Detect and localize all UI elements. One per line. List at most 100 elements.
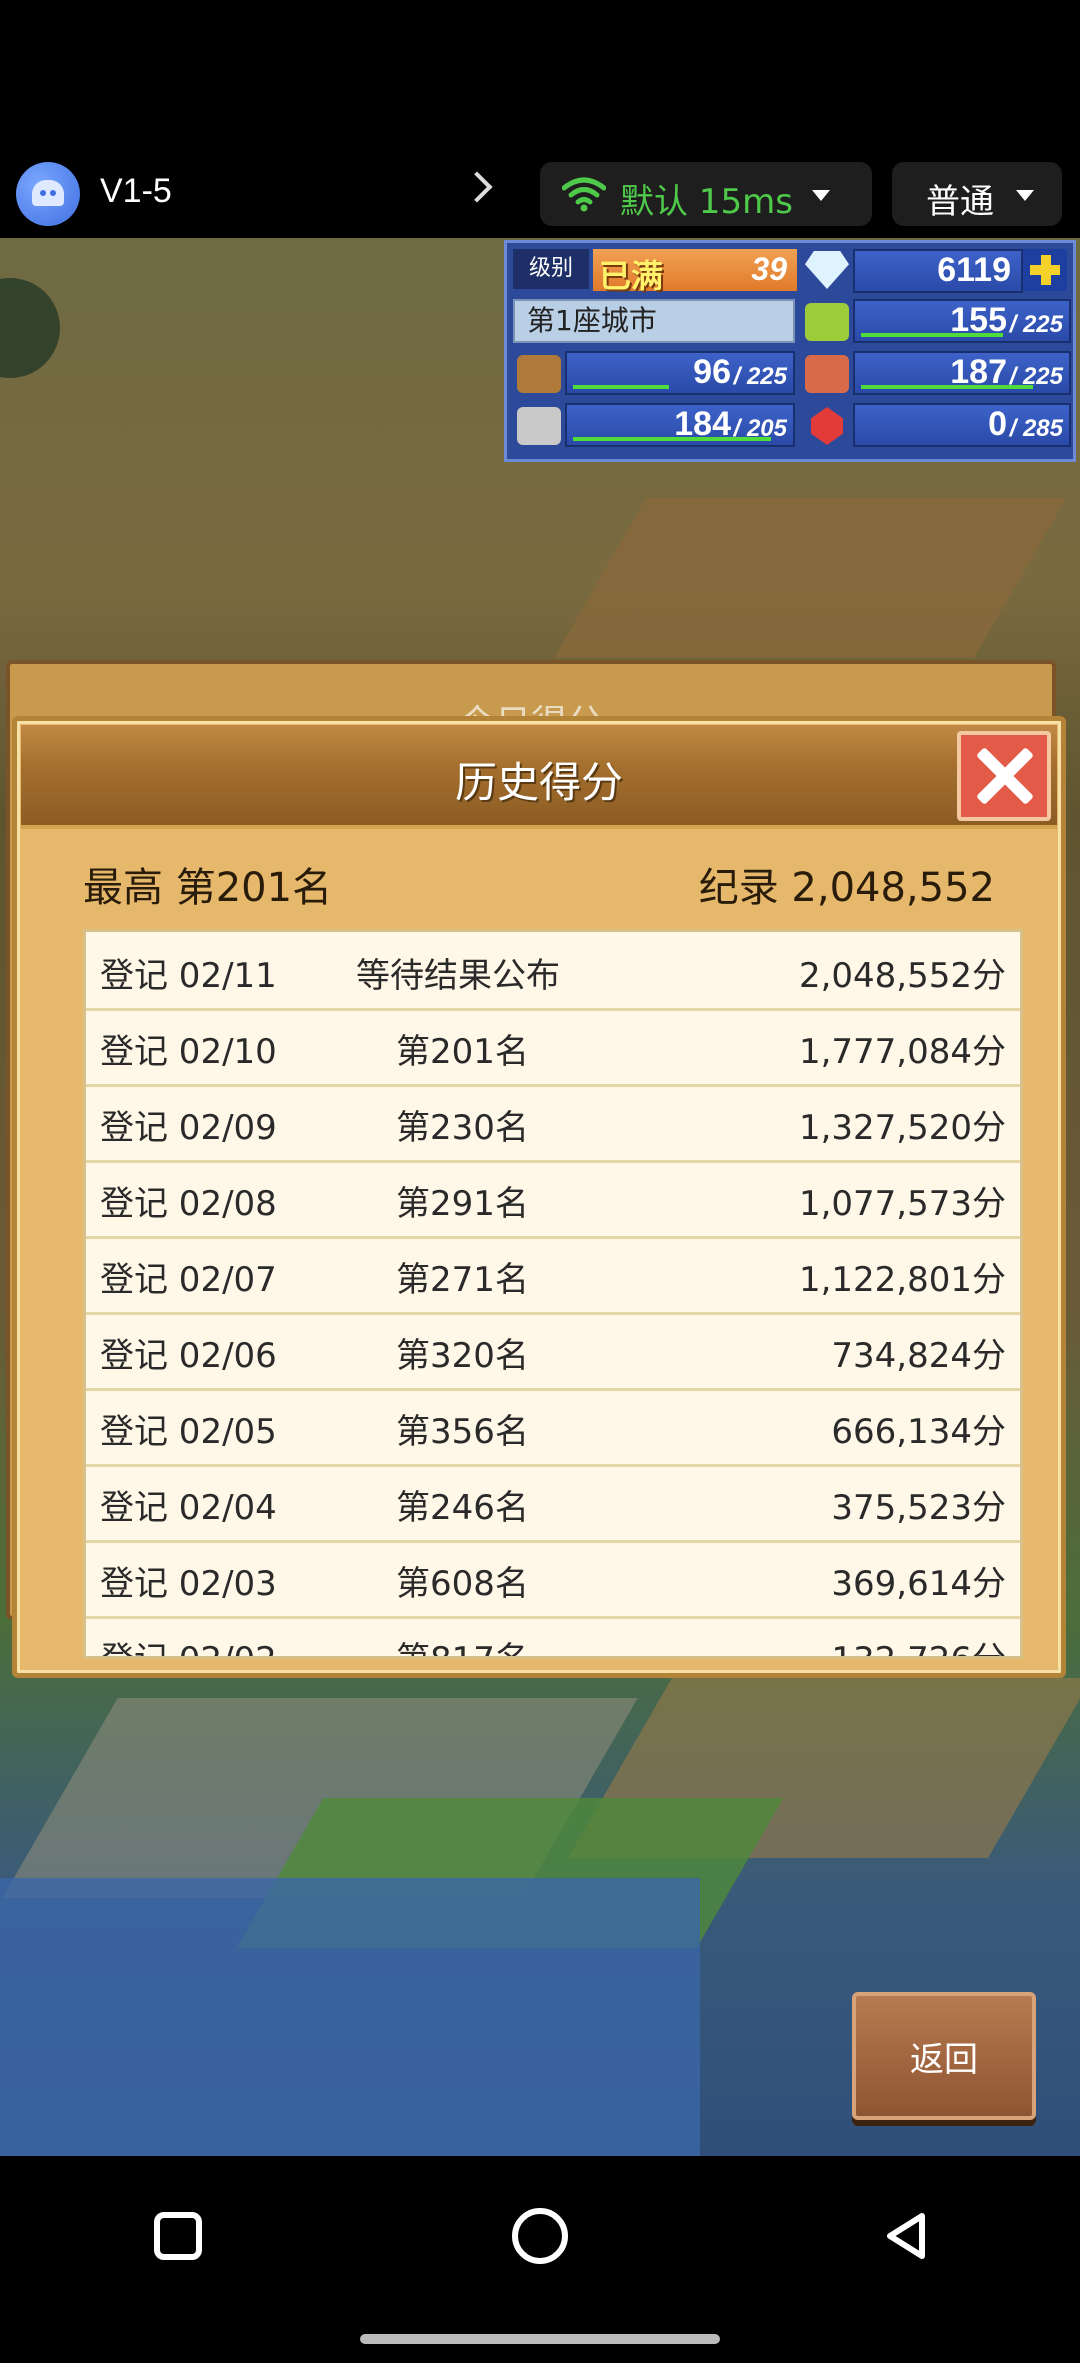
network-label: 默认 15ms: [620, 182, 793, 222]
row-score: 1,777,084分: [798, 1032, 1006, 1072]
row-date: 登记 02/04: [100, 1488, 277, 1528]
gem-cell: 6119: [853, 249, 1023, 293]
list-item: 登记 02/06 第320名 734,824分: [86, 1312, 1020, 1391]
history-score-dialog: 历史得分 最高 第201名 纪录 2,048,552 登记 02/11 等待结果…: [12, 716, 1066, 1678]
row-score: 375,523分: [831, 1488, 1006, 1528]
produce-bar: [861, 385, 1033, 389]
gem-value: 6119: [937, 251, 1011, 289]
row-rank: 第271名: [396, 1260, 529, 1300]
row-rank: 等待结果公布: [356, 956, 560, 996]
circle-icon[interactable]: [512, 2208, 568, 2264]
row-rank: 第246名: [396, 1488, 529, 1528]
row-rank: 第608名: [396, 1564, 529, 1604]
row-score: 1,122,801分: [798, 1260, 1006, 1300]
version-label[interactable]: V1-5: [100, 172, 172, 211]
row-rank: 第201名: [396, 1032, 529, 1072]
row-date: 登记 02/11: [100, 956, 277, 996]
dialog-title: 历史得分: [454, 758, 623, 807]
triangle-back-icon[interactable]: [880, 2210, 932, 2262]
best-rank-group: 最高 第201名: [83, 855, 332, 913]
wood-icon: [517, 355, 561, 393]
row-rank: 第291名: [396, 1184, 529, 1224]
row-rank: 第320名: [396, 1336, 529, 1376]
produce-cell: 187 / 225: [853, 351, 1071, 395]
food-cap: / 225: [1009, 311, 1063, 338]
list-item: 登记 02/05 第356名 666,134分: [86, 1388, 1020, 1467]
square-icon[interactable]: [154, 2212, 202, 2260]
network-selector[interactable]: 默认 15ms: [540, 162, 872, 226]
list-item: 登记 02/10 第201名 1,777,084分: [86, 1008, 1020, 1087]
stone-icon: [517, 407, 561, 445]
stone-bar: [573, 437, 771, 441]
row-score: 734,824分: [831, 1336, 1006, 1376]
food-icon: [805, 303, 849, 341]
list-item: 登记 02/04 第246名 375,523分: [86, 1464, 1020, 1543]
ruby-cap: / 285: [1009, 415, 1063, 442]
record-label: 纪录: [698, 865, 779, 911]
row-score: 132,726分: [831, 1632, 1006, 1656]
wood-cap: / 225: [733, 363, 787, 390]
gem-icon: [805, 251, 849, 289]
row-date: 登记 02/06: [100, 1336, 277, 1376]
record-value: 2,048,552: [791, 865, 995, 911]
stone-cell: 184 / 205: [565, 403, 795, 447]
scene-water: [0, 1878, 700, 2156]
mode-selector[interactable]: 普通: [892, 162, 1062, 226]
row-score: 369,614分: [831, 1564, 1006, 1604]
row-date: 登记 02/08: [100, 1184, 277, 1224]
ruby-cell: 0 / 285: [853, 403, 1071, 447]
row-date: 登记 02/03: [100, 1564, 277, 1604]
navigation-bar: [0, 2156, 1080, 2363]
return-button[interactable]: 返回: [852, 1992, 1036, 2120]
row-date: 登记 02/02: [100, 1632, 277, 1656]
gesture-handle[interactable]: [360, 2334, 720, 2344]
list-item: 登记 02/08 第291名 1,077,573分: [86, 1160, 1020, 1239]
add-gems-button[interactable]: [1023, 249, 1067, 291]
row-rank: 第817名: [396, 1632, 529, 1656]
mode-label: 普通: [926, 182, 994, 222]
list-item: 登记 02/07 第271名 1,122,801分: [86, 1236, 1020, 1315]
wood-value: 96: [693, 353, 731, 391]
level-box: 已满 39: [593, 249, 797, 295]
resource-panel: 级别 已满 39 6119 第1座城市 155 / 225 96 / 225 1…: [504, 240, 1076, 462]
return-label: 返回: [910, 2040, 978, 2080]
android-icon[interactable]: [16, 162, 80, 226]
row-date: 登记 02/10: [100, 1032, 277, 1072]
wood-bar: [573, 385, 669, 389]
ruby-icon: [811, 407, 843, 445]
scene-building: [553, 498, 1067, 658]
history-list[interactable]: 登记 02/11 等待结果公布 2,048,552分 登记 02/10 第201…: [83, 929, 1023, 1659]
chevron-right-icon[interactable]: [461, 171, 493, 203]
list-item: 登记 02/11 等待结果公布 2,048,552分: [86, 932, 1020, 1011]
row-date: 登记 02/07: [100, 1260, 277, 1300]
dialog-header: 历史得分: [21, 725, 1057, 829]
wifi-icon: [562, 177, 606, 212]
city-name: 第1座城市: [513, 299, 795, 343]
floating-wifi-icon[interactable]: [0, 278, 60, 378]
best-summary: 最高 第201名 纪录 2,048,552: [83, 855, 995, 911]
robot-eye-left: [40, 190, 46, 196]
caret-down-icon: [1016, 190, 1034, 201]
record-group: 纪录 2,048,552: [699, 855, 995, 913]
food-bar: [861, 333, 1003, 337]
row-score: 1,327,520分: [798, 1108, 1006, 1148]
level-tag: 级别: [513, 249, 589, 289]
ruby-value: 0: [988, 405, 1007, 443]
produce-icon: [805, 355, 849, 393]
list-item: 登记 02/03 第608名 369,614分: [86, 1540, 1020, 1619]
wood-cell: 96 / 225: [565, 351, 795, 395]
list-item: 登记 02/09 第230名 1,327,520分: [86, 1084, 1020, 1163]
top-toolbar: V1-5 默认 15ms 普通: [0, 0, 1080, 238]
close-icon[interactable]: [957, 731, 1051, 821]
best-label: 最高: [83, 865, 163, 911]
caret-down-icon: [812, 190, 830, 201]
row-rank: 第356名: [396, 1412, 529, 1452]
best-rank: 第201名: [175, 865, 333, 911]
robot-head: [32, 180, 64, 206]
level-status: 已满: [599, 257, 664, 295]
food-cell: 155 / 225: [853, 299, 1071, 343]
row-score: 1,077,573分: [798, 1184, 1006, 1224]
row-date: 登记 02/09: [100, 1108, 277, 1148]
robot-eye-right: [50, 190, 56, 196]
level-value: 39: [751, 251, 787, 287]
